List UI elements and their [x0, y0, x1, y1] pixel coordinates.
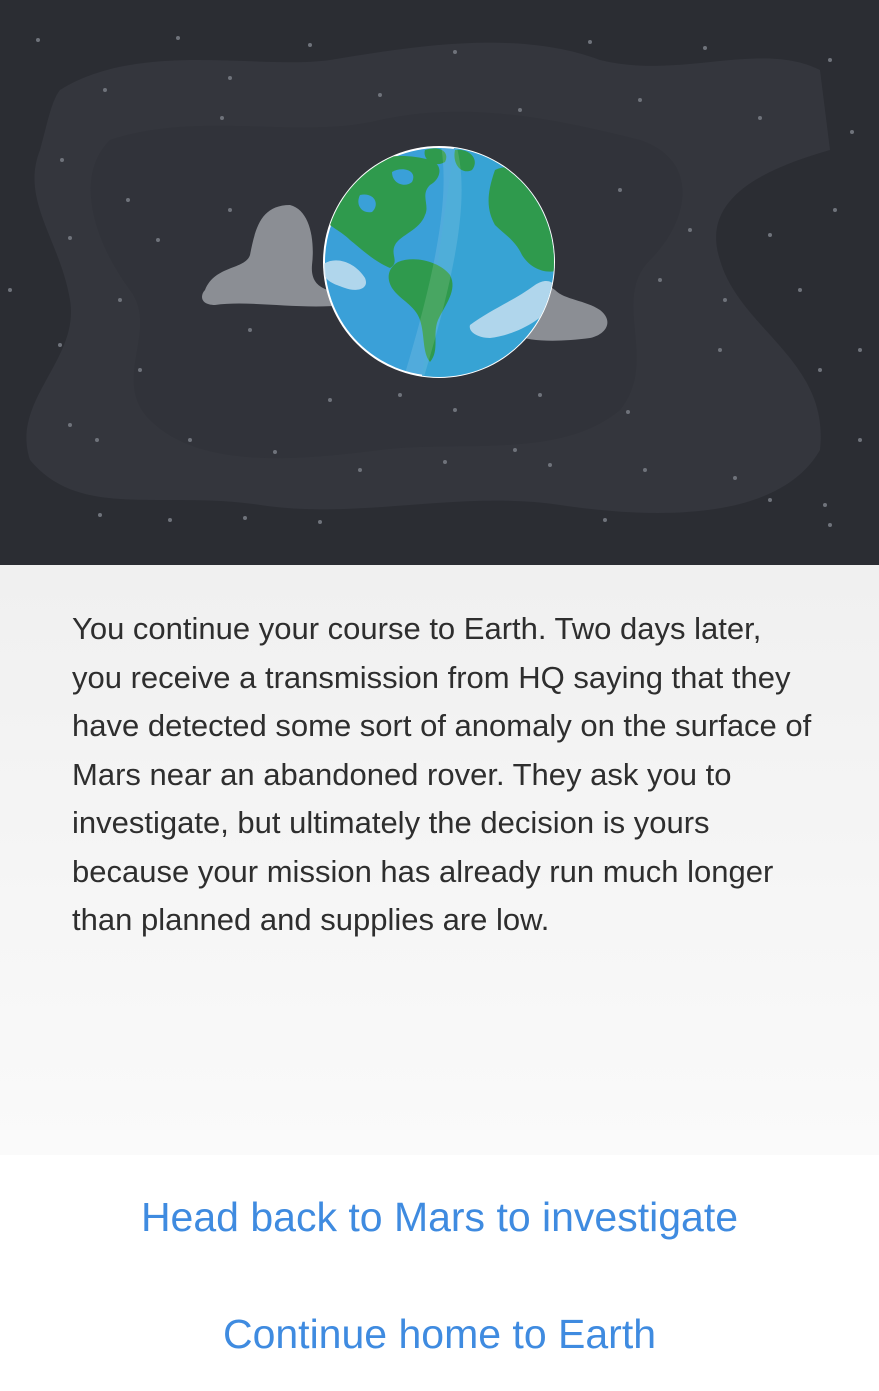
continue-home-button[interactable]: Continue home to Earth	[0, 1279, 879, 1389]
space-illustration	[0, 0, 879, 565]
choices-list: Head back to Mars to investigate Continu…	[0, 1155, 879, 1391]
story-panel: You continue your course to Earth. Two d…	[0, 565, 879, 1155]
earth-icon	[0, 0, 879, 565]
head-back-to-mars-button[interactable]: Head back to Mars to investigate	[0, 1162, 879, 1272]
story-text: You continue your course to Earth. Two d…	[72, 611, 812, 937]
